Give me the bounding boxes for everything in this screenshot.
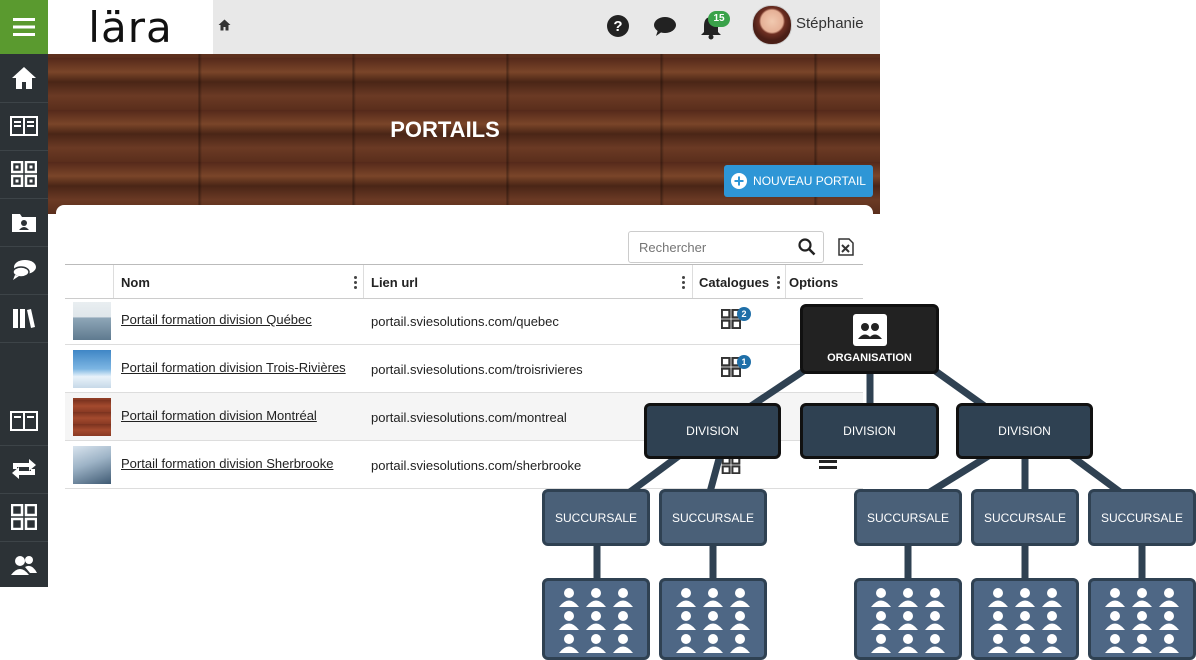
person-icon	[559, 611, 579, 630]
org-node-division: DIVISION	[956, 403, 1093, 459]
people-icons	[676, 588, 750, 653]
person-icon	[1132, 588, 1152, 607]
person-icon	[898, 634, 918, 653]
org-chart-connectors	[593, 357, 1146, 582]
person-icon	[1132, 634, 1152, 653]
person-icon	[1132, 611, 1152, 630]
people-group	[854, 578, 962, 660]
person-icon	[586, 634, 606, 653]
person-icon	[925, 588, 945, 607]
person-icon	[988, 611, 1008, 630]
people-group	[542, 578, 650, 660]
person-icon	[1015, 588, 1035, 607]
people-icons	[1105, 588, 1179, 653]
org-node-division: DIVISION	[800, 403, 939, 459]
person-icon	[586, 611, 606, 630]
person-icon	[1015, 634, 1035, 653]
people-group	[659, 578, 767, 660]
org-node-branch: SUCCURSALE	[854, 489, 962, 546]
person-icon	[925, 634, 945, 653]
person-icon	[676, 588, 696, 607]
people-icons	[988, 588, 1062, 653]
org-node-branch: SUCCURSALE	[1088, 489, 1196, 546]
person-icon	[988, 588, 1008, 607]
org-node-branch: SUCCURSALE	[659, 489, 767, 546]
person-icon	[898, 588, 918, 607]
person-icon	[1105, 634, 1125, 653]
person-icon	[613, 634, 633, 653]
person-icon	[871, 634, 891, 653]
person-icon	[898, 611, 918, 630]
person-icon	[613, 588, 633, 607]
person-icon	[1105, 588, 1125, 607]
person-icon	[1015, 611, 1035, 630]
person-icon	[1159, 588, 1179, 607]
org-node-branch: SUCCURSALE	[971, 489, 1079, 546]
person-icon	[1159, 634, 1179, 653]
people-group	[971, 578, 1079, 660]
org-node-organisation: ORGANISATION	[800, 304, 939, 374]
person-icon	[730, 634, 750, 653]
person-icon	[871, 611, 891, 630]
person-icon	[586, 588, 606, 607]
person-icon	[559, 634, 579, 653]
person-icon	[871, 588, 891, 607]
people-icons	[871, 588, 945, 653]
person-icon	[1105, 611, 1125, 630]
person-icon	[676, 611, 696, 630]
people-group	[1088, 578, 1196, 660]
group-icon	[852, 314, 887, 346]
person-icon	[1042, 611, 1062, 630]
person-icon	[676, 634, 696, 653]
person-icon	[703, 588, 723, 607]
person-icon	[1159, 611, 1179, 630]
person-icon	[703, 611, 723, 630]
person-icon	[730, 588, 750, 607]
org-node-division: DIVISION	[644, 403, 781, 459]
person-icon	[1042, 634, 1062, 653]
org-node-branch: SUCCURSALE	[542, 489, 650, 546]
person-icon	[703, 634, 723, 653]
person-icon	[925, 611, 945, 630]
person-icon	[613, 611, 633, 630]
person-icon	[988, 634, 1008, 653]
org-node-label: ORGANISATION	[827, 352, 912, 364]
person-icon	[1042, 588, 1062, 607]
people-icons	[559, 588, 633, 653]
person-icon	[730, 611, 750, 630]
person-icon	[559, 588, 579, 607]
